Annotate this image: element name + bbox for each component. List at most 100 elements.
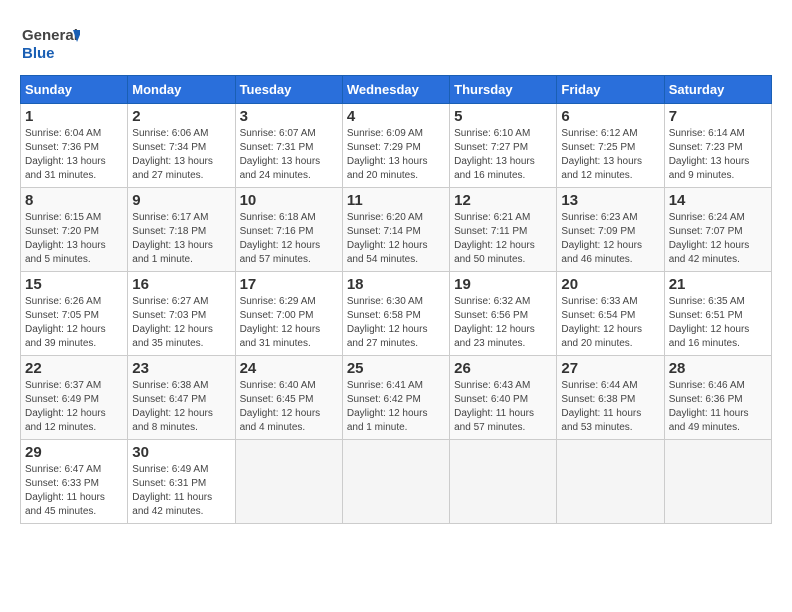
calendar-cell: [450, 440, 557, 524]
calendar-cell: 27 Sunrise: 6:44 AM Sunset: 6:38 PM Dayl…: [557, 356, 664, 440]
day-number: 4: [347, 108, 445, 125]
weekday-header-monday: Monday: [128, 76, 235, 104]
calendar-cell: 12 Sunrise: 6:21 AM Sunset: 7:11 PM Dayl…: [450, 188, 557, 272]
day-info: Sunrise: 6:04 AM Sunset: 7:36 PM Dayligh…: [25, 127, 123, 183]
calendar-cell: 17 Sunrise: 6:29 AM Sunset: 7:00 PM Dayl…: [235, 272, 342, 356]
calendar-cell: 14 Sunrise: 6:24 AM Sunset: 7:07 PM Dayl…: [664, 188, 771, 272]
day-number: 15: [25, 276, 123, 293]
day-info: Sunrise: 6:17 AM Sunset: 7:18 PM Dayligh…: [132, 211, 230, 267]
day-info: Sunrise: 6:29 AM Sunset: 7:00 PM Dayligh…: [240, 295, 338, 351]
calendar-cell: [342, 440, 449, 524]
day-info: Sunrise: 6:24 AM Sunset: 7:07 PM Dayligh…: [669, 211, 767, 267]
calendar-cell: 19 Sunrise: 6:32 AM Sunset: 6:56 PM Dayl…: [450, 272, 557, 356]
calendar-cell: [557, 440, 664, 524]
calendar-cell: 7 Sunrise: 6:14 AM Sunset: 7:23 PM Dayli…: [664, 104, 771, 188]
day-info: Sunrise: 6:33 AM Sunset: 6:54 PM Dayligh…: [561, 295, 659, 351]
day-info: Sunrise: 6:20 AM Sunset: 7:14 PM Dayligh…: [347, 211, 445, 267]
calendar-cell: 3 Sunrise: 6:07 AM Sunset: 7:31 PM Dayli…: [235, 104, 342, 188]
calendar-cell: 2 Sunrise: 6:06 AM Sunset: 7:34 PM Dayli…: [128, 104, 235, 188]
day-info: Sunrise: 6:46 AM Sunset: 6:36 PM Dayligh…: [669, 379, 767, 435]
day-number: 2: [132, 108, 230, 125]
calendar-cell: 23 Sunrise: 6:38 AM Sunset: 6:47 PM Dayl…: [128, 356, 235, 440]
day-number: 1: [25, 108, 123, 125]
day-info: Sunrise: 6:40 AM Sunset: 6:45 PM Dayligh…: [240, 379, 338, 435]
day-info: Sunrise: 6:30 AM Sunset: 6:58 PM Dayligh…: [347, 295, 445, 351]
day-info: Sunrise: 6:07 AM Sunset: 7:31 PM Dayligh…: [240, 127, 338, 183]
day-number: 23: [132, 360, 230, 377]
calendar-cell: 18 Sunrise: 6:30 AM Sunset: 6:58 PM Dayl…: [342, 272, 449, 356]
day-number: 22: [25, 360, 123, 377]
day-number: 14: [669, 192, 767, 209]
logo: General Blue: [20, 20, 80, 65]
day-number: 13: [561, 192, 659, 209]
weekday-header-thursday: Thursday: [450, 76, 557, 104]
calendar-cell: 21 Sunrise: 6:35 AM Sunset: 6:51 PM Dayl…: [664, 272, 771, 356]
calendar-week-3: 15 Sunrise: 6:26 AM Sunset: 7:05 PM Dayl…: [21, 272, 772, 356]
day-number: 17: [240, 276, 338, 293]
day-info: Sunrise: 6:44 AM Sunset: 6:38 PM Dayligh…: [561, 379, 659, 435]
day-info: Sunrise: 6:27 AM Sunset: 7:03 PM Dayligh…: [132, 295, 230, 351]
day-info: Sunrise: 6:47 AM Sunset: 6:33 PM Dayligh…: [25, 463, 123, 519]
calendar-cell: [235, 440, 342, 524]
day-info: Sunrise: 6:15 AM Sunset: 7:20 PM Dayligh…: [25, 211, 123, 267]
calendar-cell: 15 Sunrise: 6:26 AM Sunset: 7:05 PM Dayl…: [21, 272, 128, 356]
svg-text:Blue: Blue: [22, 45, 55, 62]
weekday-header-friday: Friday: [557, 76, 664, 104]
calendar-cell: 29 Sunrise: 6:47 AM Sunset: 6:33 PM Dayl…: [21, 440, 128, 524]
calendar-cell: 11 Sunrise: 6:20 AM Sunset: 7:14 PM Dayl…: [342, 188, 449, 272]
day-info: Sunrise: 6:18 AM Sunset: 7:16 PM Dayligh…: [240, 211, 338, 267]
day-info: Sunrise: 6:32 AM Sunset: 6:56 PM Dayligh…: [454, 295, 552, 351]
day-number: 7: [669, 108, 767, 125]
calendar-cell: 5 Sunrise: 6:10 AM Sunset: 7:27 PM Dayli…: [450, 104, 557, 188]
day-info: Sunrise: 6:49 AM Sunset: 6:31 PM Dayligh…: [132, 463, 230, 519]
svg-text:General: General: [22, 27, 78, 44]
calendar-cell: 28 Sunrise: 6:46 AM Sunset: 6:36 PM Dayl…: [664, 356, 771, 440]
calendar-cell: 6 Sunrise: 6:12 AM Sunset: 7:25 PM Dayli…: [557, 104, 664, 188]
calendar-cell: 1 Sunrise: 6:04 AM Sunset: 7:36 PM Dayli…: [21, 104, 128, 188]
day-number: 28: [669, 360, 767, 377]
day-number: 16: [132, 276, 230, 293]
day-number: 24: [240, 360, 338, 377]
day-info: Sunrise: 6:38 AM Sunset: 6:47 PM Dayligh…: [132, 379, 230, 435]
calendar-week-4: 22 Sunrise: 6:37 AM Sunset: 6:49 PM Dayl…: [21, 356, 772, 440]
day-info: Sunrise: 6:37 AM Sunset: 6:49 PM Dayligh…: [25, 379, 123, 435]
calendar-week-5: 29 Sunrise: 6:47 AM Sunset: 6:33 PM Dayl…: [21, 440, 772, 524]
page-header: General Blue: [20, 20, 772, 65]
day-info: Sunrise: 6:21 AM Sunset: 7:11 PM Dayligh…: [454, 211, 552, 267]
day-info: Sunrise: 6:43 AM Sunset: 6:40 PM Dayligh…: [454, 379, 552, 435]
day-info: Sunrise: 6:10 AM Sunset: 7:27 PM Dayligh…: [454, 127, 552, 183]
weekday-header-saturday: Saturday: [664, 76, 771, 104]
calendar-cell: 10 Sunrise: 6:18 AM Sunset: 7:16 PM Dayl…: [235, 188, 342, 272]
day-number: 29: [25, 444, 123, 461]
calendar-cell: 25 Sunrise: 6:41 AM Sunset: 6:42 PM Dayl…: [342, 356, 449, 440]
calendar-cell: 26 Sunrise: 6:43 AM Sunset: 6:40 PM Dayl…: [450, 356, 557, 440]
day-number: 27: [561, 360, 659, 377]
calendar-cell: 13 Sunrise: 6:23 AM Sunset: 7:09 PM Dayl…: [557, 188, 664, 272]
calendar-cell: 4 Sunrise: 6:09 AM Sunset: 7:29 PM Dayli…: [342, 104, 449, 188]
day-number: 10: [240, 192, 338, 209]
calendar-week-2: 8 Sunrise: 6:15 AM Sunset: 7:20 PM Dayli…: [21, 188, 772, 272]
calendar-cell: 8 Sunrise: 6:15 AM Sunset: 7:20 PM Dayli…: [21, 188, 128, 272]
day-number: 30: [132, 444, 230, 461]
logo-svg: General Blue: [20, 20, 80, 65]
day-info: Sunrise: 6:41 AM Sunset: 6:42 PM Dayligh…: [347, 379, 445, 435]
day-info: Sunrise: 6:09 AM Sunset: 7:29 PM Dayligh…: [347, 127, 445, 183]
day-number: 12: [454, 192, 552, 209]
calendar-cell: 9 Sunrise: 6:17 AM Sunset: 7:18 PM Dayli…: [128, 188, 235, 272]
calendar-cell: 24 Sunrise: 6:40 AM Sunset: 6:45 PM Dayl…: [235, 356, 342, 440]
day-number: 3: [240, 108, 338, 125]
weekday-header-wednesday: Wednesday: [342, 76, 449, 104]
day-number: 8: [25, 192, 123, 209]
day-info: Sunrise: 6:35 AM Sunset: 6:51 PM Dayligh…: [669, 295, 767, 351]
day-info: Sunrise: 6:14 AM Sunset: 7:23 PM Dayligh…: [669, 127, 767, 183]
day-number: 6: [561, 108, 659, 125]
weekday-header-tuesday: Tuesday: [235, 76, 342, 104]
calendar-week-1: 1 Sunrise: 6:04 AM Sunset: 7:36 PM Dayli…: [21, 104, 772, 188]
day-number: 20: [561, 276, 659, 293]
calendar-table: SundayMondayTuesdayWednesdayThursdayFrid…: [20, 75, 772, 524]
day-number: 5: [454, 108, 552, 125]
calendar-cell: 22 Sunrise: 6:37 AM Sunset: 6:49 PM Dayl…: [21, 356, 128, 440]
calendar-cell: [664, 440, 771, 524]
calendar-cell: 16 Sunrise: 6:27 AM Sunset: 7:03 PM Dayl…: [128, 272, 235, 356]
day-number: 25: [347, 360, 445, 377]
